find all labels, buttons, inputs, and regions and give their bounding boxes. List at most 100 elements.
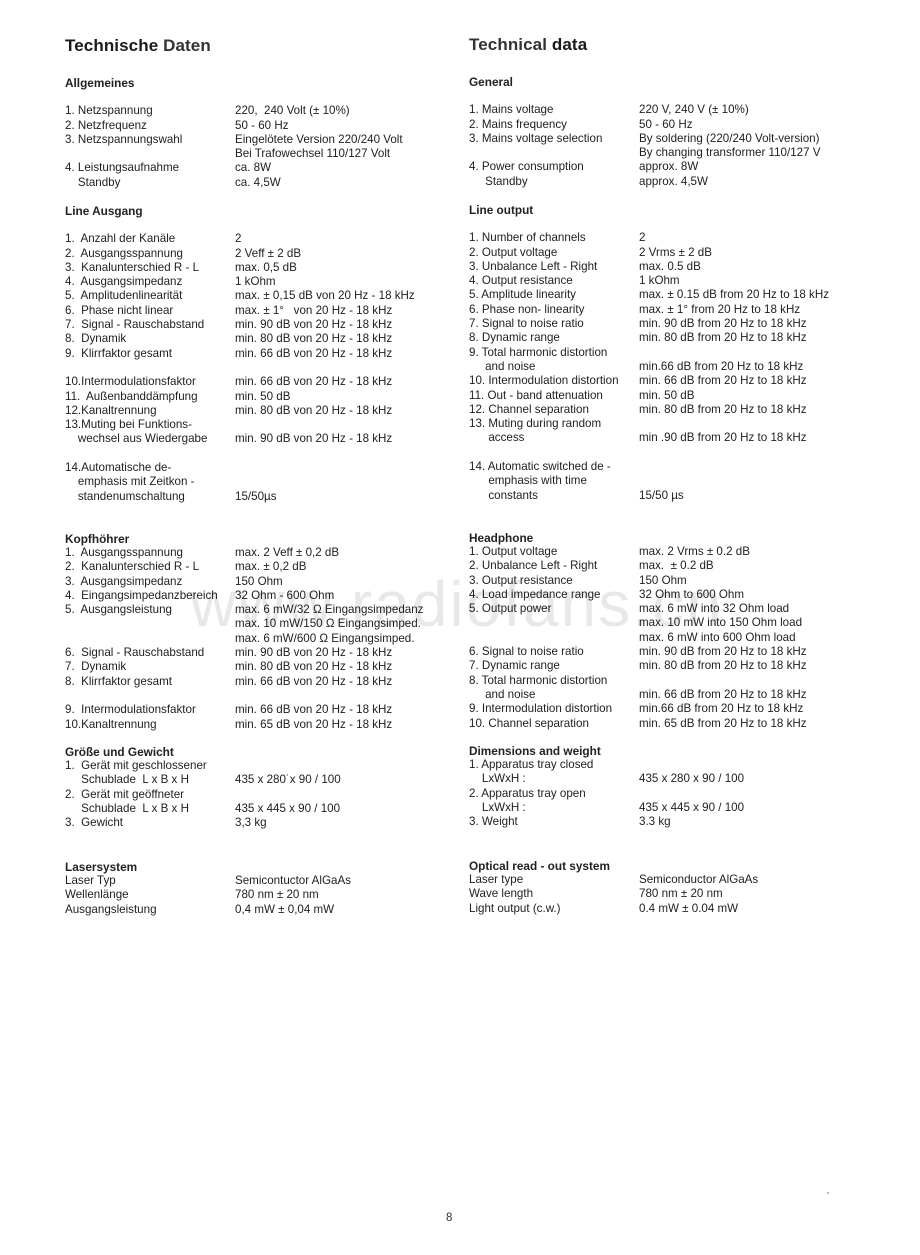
spec-label: and noise — [469, 359, 536, 373]
spec-row: 3. Gewicht 3,3 kg — [65, 816, 445, 830]
spec-label: 3. Netzspannungswahl — [65, 132, 183, 146]
spec-row: 3. Unbalance Left - Right max. 0.5 dB — [469, 260, 869, 274]
spec-value: 2 Vrms ± 2 dB — [639, 245, 712, 259]
spec-value: min. 66 dB von 20 Hz - 18 kHz — [235, 375, 393, 389]
spec-label: Standby — [65, 175, 121, 189]
section-dimensions-de: Größe und Gewicht 1. Gerät mit geschlosse… — [65, 745, 445, 830]
spec-row: 4. Power consumption approx. 8W — [469, 160, 869, 174]
spec-row: Laser Typ Semicontuctor AlGaAs — [65, 874, 445, 888]
spec-row: 6. Signal - Rauschabstand min. 90 dB von … — [65, 646, 445, 660]
spec-row: 1. Mains voltage 220 V, 240 V (± 10%) — [469, 103, 869, 117]
spec-value: min. 80 dB from 20 Hz to 18 kHz — [639, 402, 807, 416]
spec-value: Semiconductor AlGaAs — [639, 873, 759, 886]
spec-label: Ausgangsleistung — [65, 902, 157, 916]
section-heading: Line Ausgang — [65, 204, 143, 218]
spec-row: and noise min. 66 dB from 20 Hz to 18 kHz — [469, 688, 869, 702]
spec-row: 4. Output resistance 1 kOhm — [469, 274, 869, 288]
spec-value: 2 Veff ± 2 dB — [235, 246, 302, 260]
spec-value: 32 Ohm - 600 Ohm — [235, 588, 335, 602]
spec-row: 6. Phase non- linearity max. ± 1° from 20… — [469, 303, 869, 317]
spec-row: 6. Signal to noise ratio min. 90 dB from … — [469, 645, 869, 659]
spec-label: Schublade L x B x H — [65, 801, 189, 815]
spec-label: 8. Total harmonic distortion — [469, 673, 608, 687]
spec-row: emphasis with time — [469, 474, 869, 488]
spec-row: 5. Ausgangsleistung max. 6 mW/32 Ω Eingan… — [65, 603, 445, 617]
section-headphone-en: Headphone 1. Output voltage max. 2 Vrms ± … — [469, 531, 869, 731]
spec-label: 13.Muting bei Funktions- — [65, 418, 192, 432]
spec-value: Semicontuctor AlGaAs — [235, 874, 351, 887]
spec-label: 10. Channel separation — [469, 716, 589, 730]
spec-row: 7. Signal - Rauschabstand min. 90 dB von … — [65, 318, 445, 332]
section-general-de: Allgemeines 1. Netzspannung 220, 240 Volt … — [65, 76, 445, 190]
spec-label: standenumschaltung — [65, 489, 185, 503]
spec-label: Schublade L x B x H — [65, 773, 189, 787]
spec-row: 1. Number of channels 2 — [469, 231, 869, 245]
spec-row: 9. Intermodulation distortion min.66 dB f… — [469, 702, 869, 716]
spec-label: 2. Ausgangsspannung — [65, 246, 183, 260]
spec-label: Wave length — [469, 887, 534, 901]
section-heading: Dimensions and weight — [469, 744, 601, 758]
spec-row: 13.Muting bei Funktions- — [65, 418, 445, 432]
title-part-2: data — [551, 35, 588, 54]
spec-label: 7. Dynamik — [65, 660, 127, 674]
spec-label: emphasis with time — [469, 474, 587, 488]
spec-label: 3. Kanalunterschied R - L — [65, 260, 200, 274]
spec-value: min. 66 dB from 20 Hz to 18 kHz — [639, 687, 807, 701]
spec-value: min. 80 dB von 20 Hz - 18 kHz — [235, 403, 393, 417]
spec-label: wechsel aus Wiedergabe — [65, 432, 208, 446]
spec-row: 7. Dynamik min. 80 dB von 20 Hz - 18 kHz — [65, 660, 445, 674]
spec-label: 1. Number of channels — [469, 231, 586, 245]
spec-row: 3. Ausgangsimpedanz 150 Ohm — [65, 575, 445, 589]
spec-row: 9. Intermodulationsfaktor min. 66 dB von … — [65, 703, 445, 717]
spec-value: 15/50 µs — [639, 488, 684, 502]
spec-label: Light output (c.w.) — [469, 901, 561, 915]
spec-label: 5. Output power — [469, 602, 552, 616]
spec-row: 5. Output power max. 6 mW into 32 Ohm loa… — [469, 602, 869, 616]
spec-row: Schublade L x B x H 435 x 280˙x 90 / 100 — [65, 773, 445, 787]
spec-row: 10. Intermodulation distortion min. 66 dB… — [469, 374, 869, 388]
title-part-1: Technical — [469, 35, 552, 54]
spec-row: 10.Kanaltrennung min. 65 dB von 20 Hz - 1… — [65, 718, 445, 732]
spec-row: 1. Ausgangsspannung max. 2 Veff ± 0,2 dB — [65, 546, 445, 560]
spec-label: 1. Ausgangsspannung — [65, 546, 183, 559]
spec-label: and noise — [469, 687, 536, 701]
spec-row: 7. Dynamic range min. 80 dB from 20 Hz to… — [469, 659, 869, 673]
section-headphone-de: Kopfhöhrer 1. Ausgangsspannung max. 2 Veff… — [65, 532, 445, 732]
spec-row: 4. Leistungsaufnahme ca. 8W — [65, 161, 445, 175]
spec-row: 8. Klirrfaktor gesamt min. 66 dB von 20 H… — [65, 675, 445, 689]
spec-value: 435 x 445 x 90 / 100 — [639, 800, 745, 814]
spec-value: min. 90 dB von 20 Hz - 18 kHz — [235, 318, 393, 332]
spec-row — [65, 361, 445, 375]
spec-row: Standby approx. 4,5W — [469, 175, 869, 189]
spec-row: 3. Mains voltage selection By soldering (… — [469, 132, 869, 146]
spec-value: Bei Trafowechsel 110/127 Volt — [235, 147, 391, 161]
spec-row: 3. Output resistance 150 Ohm — [469, 574, 869, 588]
spec-value: approx. 4,5W — [639, 174, 708, 188]
spec-label: 10. Intermodulation distortion — [469, 374, 619, 388]
spec-label: 7. Signal - Rauschabstand — [65, 318, 205, 332]
spec-value: min.66 dB from 20 Hz to 18 kHz — [639, 702, 804, 716]
spec-label: 4. Ausgangsimpedanz — [65, 275, 183, 289]
spec-row: By changing transformer 110/127 V — [469, 146, 869, 160]
section-heading: Line output — [469, 203, 534, 217]
spec-row: max. 6 mW/600 Ω Eingangsimped. — [65, 632, 445, 646]
spec-row: 2. Output voltage 2 Vrms ± 2 dB — [469, 246, 869, 260]
spec-row: max. 10 mW into 150 Ohm load — [469, 616, 869, 630]
spec-label: 5. Amplitude linearity — [469, 288, 576, 302]
spec-value: max. 6 mW into 600 Ohm load — [639, 630, 796, 644]
section-line-en: Line output 1. Number of channels 2 2. Outp… — [469, 203, 869, 503]
section-heading: Optical read - out system — [469, 859, 610, 873]
spec-label: 1. Apparatus tray closed — [469, 758, 594, 771]
spec-row: access min .90 dB from 20 Hz to 18 kHz — [469, 431, 869, 445]
spec-label: 13. Muting during random — [469, 417, 602, 431]
spec-label: LxWxH : — [469, 800, 526, 814]
spec-value: max. 0.5 dB — [639, 259, 701, 273]
spec-row: 10.Intermodulationsfaktor min. 66 dB von … — [65, 375, 445, 389]
spec-row — [65, 447, 445, 461]
spec-row: 4. Ausgangsimpedanz 1 kOhm — [65, 275, 445, 289]
spec-row: Wave length 780 nm ± 20 nm — [469, 887, 869, 901]
spec-row: Ausgangsleistung 0,4 mW ± 0,04 mW — [65, 903, 445, 917]
spec-label: 2. Output voltage — [469, 245, 558, 259]
